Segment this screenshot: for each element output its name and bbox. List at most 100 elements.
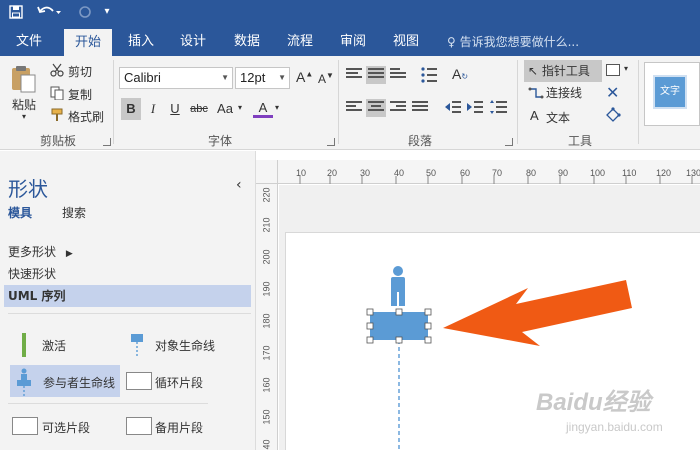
font-size-value: 12pt [240,70,266,85]
ruler-tick-label: 70 [492,168,503,178]
stencil-label: 备用片段 [155,421,204,435]
grow-font-button[interactable]: A▲ [296,69,313,85]
change-case-button[interactable]: Aa [212,98,238,120]
stencil-actor-lifeline[interactable]: 参与者生命线 [10,365,120,397]
paste-button[interactable]: 粘贴 [12,96,36,113]
align-right-icon[interactable] [390,101,406,115]
bullets-icon[interactable] [420,66,438,87]
shape-dropdown-icon[interactable]: ▾ [624,64,628,73]
collapse-panel-icon[interactable]: ‹ [236,177,242,193]
align-center-icon[interactable] [366,99,386,117]
tab-file[interactable]: 文件 [6,24,52,56]
undo-icon[interactable] [34,0,64,24]
horizontal-ruler[interactable]: 10 20 30 40 50 60 70 80 90 100 110 120 1… [278,160,700,184]
format-painter-icon [50,108,64,125]
quick-shapes-item[interactable]: 快速形状 [8,265,56,282]
shrink-font-button[interactable]: A▼ [318,71,334,86]
pointer-tool-button[interactable]: ↖ 指针工具 [524,60,602,82]
loop-fragment-icon [126,372,152,390]
strikethrough-button[interactable]: abc [187,98,211,120]
tab-insert[interactable]: 插入 [118,24,164,56]
stencil-optional-fragment[interactable]: 可选片段 [10,413,120,441]
tab-design[interactable]: 设计 [170,24,216,56]
chevron-right-icon: ▶ [65,249,73,259]
lifeline-head-box[interactable] [370,312,428,340]
shape-style-preview: 文字 [653,75,687,109]
italic-button[interactable]: I [143,98,163,120]
tell-me-box[interactable]: ♀ 告诉我您想要做什么... [447,24,579,56]
stencil-label: 可选片段 [42,421,91,435]
text-direction-label: A [452,66,462,82]
align-top-icon[interactable] [346,68,362,82]
justify-icon[interactable] [412,101,428,115]
increase-indent-icon[interactable] [466,99,484,118]
ruler-tick-label: 220 [261,187,272,203]
tab-data[interactable]: 数据 [224,24,270,56]
activation-icon [22,333,26,357]
rectangle-shape-icon[interactable] [606,64,620,76]
font-color-dropdown-icon[interactable]: ▾ [275,103,279,112]
align-middle-icon[interactable] [366,66,386,84]
stencil-activation[interactable]: 激活 [10,329,120,359]
connector-button[interactable]: 连接线 [546,85,582,101]
horizontal-ruler-ticks [299,176,693,184]
tab-search[interactable]: 搜索 [62,204,86,221]
tab-stencils[interactable]: 模具 [8,204,32,221]
customize-qat-icon[interactable]: ▾ [100,0,114,24]
close-icon[interactable]: ✕ [606,83,619,102]
font-color-button[interactable]: A [253,98,273,118]
text-direction-button[interactable]: A↻ [452,66,468,82]
stencil-uml-sequence[interactable]: UML 序列 [4,285,251,307]
stencil-alternative-fragment[interactable]: 备用片段 [122,413,250,441]
ruler-tick-label: 40 [394,168,405,178]
ruler-tick-label: 200 [261,249,272,265]
underline-button[interactable]: U [165,98,185,120]
tab-review[interactable]: 审阅 [330,24,376,56]
paragraph-spacing-icon[interactable] [490,99,508,118]
align-bottom-icon[interactable] [390,68,406,82]
shape-style-gallery[interactable]: 文字 [644,62,700,126]
more-shapes-item[interactable]: 更多形状 ▶ [8,243,73,260]
text-tool-icon: A [530,108,539,123]
paragraph-launcher-icon[interactable] [505,138,513,146]
ruler-tick-label: 190 [261,281,272,297]
ruler-tick-label: 90 [558,168,569,178]
format-painter-button[interactable]: 格式刷 [68,108,104,125]
font-size-dropdown[interactable]: 12pt ▼ [235,67,290,89]
shapes-panel: 形状 ‹ 模具 搜索 更多形状 ▶ 快速形状 UML 序列 激活 对象生命线 参… [0,151,256,450]
paste-dropdown-icon[interactable]: ▾ [22,112,26,121]
ruler-tick-label: 110 [622,168,637,178]
ruler-tick-label: 120 [656,168,672,178]
tab-process[interactable]: 流程 [277,24,323,56]
font-group-label: 字体 [207,134,232,148]
paste-icon[interactable] [10,64,38,93]
ruler-tick-label: 50 [426,168,437,178]
align-left-icon[interactable] [346,101,362,115]
change-case-dropdown-icon[interactable]: ▾ [238,103,242,112]
tab-view[interactable]: 视图 [383,24,429,56]
font-name-dropdown[interactable]: Calibri ▼ [119,67,233,89]
stencil-object-lifeline[interactable]: 对象生命线 [122,329,250,359]
pointer-icon: ↖ [528,64,539,78]
actor-lifeline-icon [17,368,31,396]
tab-home[interactable]: 开始 [64,29,112,56]
copy-button[interactable]: 复制 [68,86,92,103]
connection-point-icon[interactable] [604,106,622,127]
clipboard-launcher-icon[interactable] [103,138,111,146]
text-tool-button[interactable]: 文本 [546,109,570,126]
scissors-icon [50,63,64,80]
font-launcher-icon[interactable] [327,138,335,146]
ruler-corner [256,160,278,184]
bold-button[interactable]: B [121,98,141,120]
redo-icon[interactable] [74,0,96,24]
cut-button[interactable]: 剪切 [68,63,92,80]
stencil-loop-fragment[interactable]: 循环片段 [122,365,250,397]
panel-title: 形状 [8,177,48,201]
save-icon[interactable] [6,0,26,24]
ruler-tick-label: 140 [261,439,272,450]
actor-leg [391,290,397,306]
divider [8,313,251,314]
decrease-indent-icon[interactable] [444,99,462,118]
actor-lifeline-shape[interactable] [360,262,440,450]
vertical-ruler[interactable]: 220 210 200 190 180 170 160 150 140 [256,184,278,450]
